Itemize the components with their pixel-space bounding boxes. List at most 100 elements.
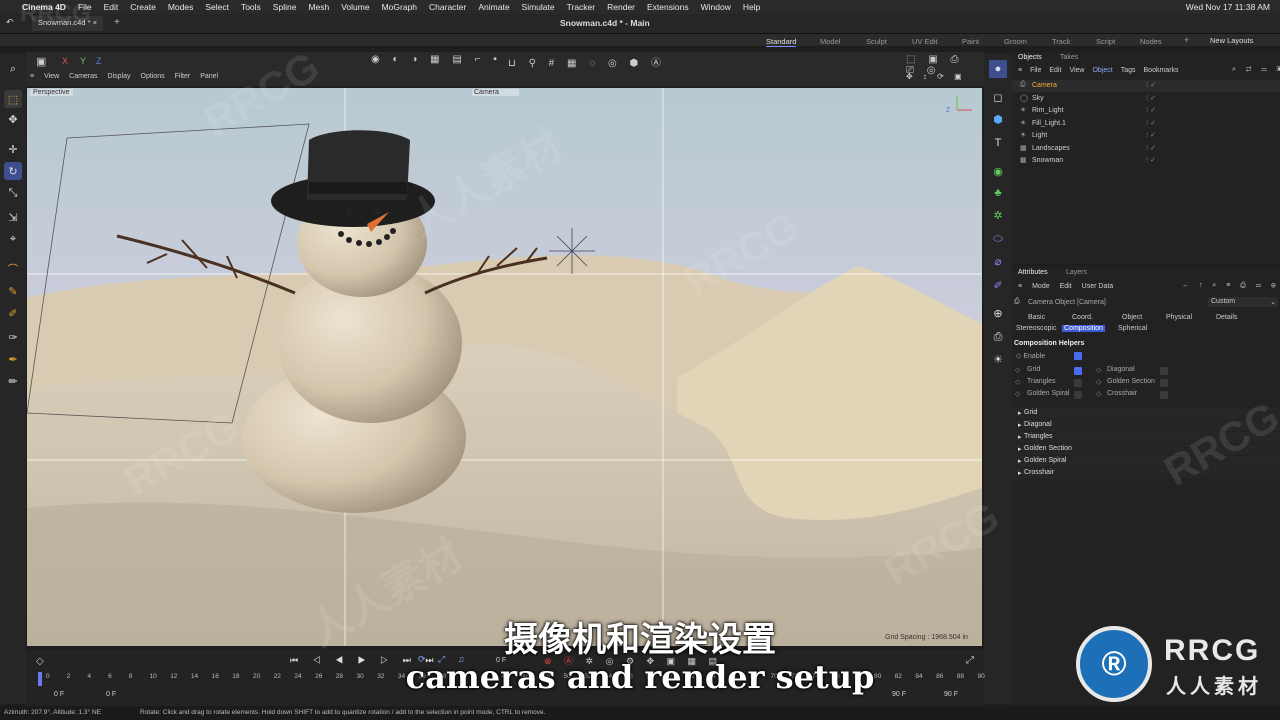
tweak-icon[interactable]: ✥ [4, 110, 22, 128]
select-tool-icon[interactable]: ⬚ [4, 90, 22, 108]
menu-extensions[interactable]: Extensions [641, 2, 695, 12]
brush-icon[interactable]: ✐ [4, 304, 22, 322]
hamburger-icon[interactable]: ≡ [1018, 67, 1022, 74]
diamond-icon[interactable]: ◇ [1096, 390, 1101, 398]
tab-takes[interactable]: Takes [1060, 54, 1078, 61]
transform-icon[interactable]: ⇲ [4, 208, 22, 226]
axis-icon[interactable]: ⌖ [4, 230, 22, 248]
option-golden-section-checkbox[interactable] [1160, 379, 1168, 387]
menu-tracker[interactable]: Tracker [561, 2, 602, 12]
rotate-icon[interactable]: ↻ [4, 162, 22, 180]
viewport-name[interactable]: Perspective [30, 89, 73, 96]
diamond-icon[interactable]: ◇ [1096, 366, 1101, 374]
camera-label[interactable]: Camera [472, 89, 519, 96]
viewport-nav-icons[interactable]: ✥ ↕ ⟳ ▣ [906, 72, 966, 81]
tab-attributes[interactable]: Attributes [1018, 269, 1048, 276]
visibility-icon[interactable]: ⁝ ✓ [1146, 81, 1156, 89]
menu-volume[interactable]: Volume [335, 2, 375, 12]
generator-icon[interactable]: ◉ [989, 162, 1007, 180]
objects-menu-bookmarks[interactable]: Bookmarks [1144, 67, 1179, 74]
option-crosshair-checkbox[interactable] [1160, 391, 1168, 399]
menu-mode[interactable]: Mode [1032, 283, 1050, 290]
object-row[interactable]: ◯ Sky ⁝ ✓ [1012, 93, 1280, 105]
objects-menu-view[interactable]: View [1069, 67, 1084, 74]
scene-icon[interactable]: ⌀ [989, 252, 1007, 270]
group-header[interactable]: ▸ Crosshair [1012, 468, 1280, 479]
object-name[interactable]: Snowman [1032, 157, 1063, 164]
viewport-menu-view[interactable]: View [44, 73, 59, 80]
primitive-icon[interactable]: ⬢ [989, 110, 1007, 128]
text-icon[interactable]: T [989, 134, 1007, 152]
visibility-icon[interactable]: ⁝ ✓ [1146, 144, 1156, 152]
object-name[interactable]: Landscapes [1032, 145, 1070, 152]
objects-menu-object[interactable]: Object [1092, 67, 1112, 74]
mode-icons[interactable]: ◉ ◐ ◑ ▦ ▤ ⌐ ▪ [371, 54, 502, 65]
viewport-menu-filter[interactable]: Filter [175, 73, 191, 80]
object-name[interactable]: Sky [1032, 95, 1044, 102]
attr-tab-details[interactable]: Details [1216, 314, 1237, 321]
menu-render[interactable]: Render [601, 2, 641, 12]
spline-icon[interactable]: ✒ [4, 350, 22, 368]
menu-animate[interactable]: Animate [472, 2, 515, 12]
diamond-icon[interactable]: ◇ [1015, 378, 1020, 386]
layout-tab-uv-edit[interactable]: UV Edit [912, 37, 937, 46]
attr-tab-physical[interactable]: Physical [1166, 314, 1192, 321]
menu-character[interactable]: Character [423, 2, 472, 12]
hamburger-icon[interactable]: ≡ [1018, 283, 1022, 290]
attr-tab-coord[interactable]: Coord. [1072, 314, 1093, 321]
object-row[interactable]: ☀ Rim_Light ⁝ ✓ [1012, 105, 1280, 117]
viewport-menu-cameras[interactable]: Cameras [69, 73, 97, 80]
enable-checkbox[interactable] [1074, 352, 1082, 360]
diamond-icon[interactable]: ◇ [1015, 366, 1020, 374]
viewport-menu-display[interactable]: Display [108, 73, 131, 80]
menu-modes[interactable]: Modes [162, 2, 200, 12]
menu-help[interactable]: Help [737, 2, 766, 12]
object-name[interactable]: Rim_Light [1032, 107, 1064, 114]
menu-mograph[interactable]: MoGraph [376, 2, 423, 12]
cube-icon[interactable]: ▣ [36, 55, 46, 68]
object-row[interactable]: ☀ Fill_Light.1 ⁝ ✓ [1012, 118, 1280, 130]
object-name[interactable]: Fill_Light.1 [1032, 120, 1066, 127]
option-triangles-checkbox[interactable] [1074, 379, 1082, 387]
field-icon[interactable]: ⬭ [989, 230, 1007, 248]
snap-icons[interactable]: ⊔ ⚲ # ▦ ◌ ◎ ⬢ Ⓐ [508, 54, 666, 69]
light-create-icon[interactable]: ☀ [989, 350, 1007, 368]
menu-simulate[interactable]: Simulate [516, 2, 561, 12]
expand-arrow-icon[interactable]: ▸ [1018, 469, 1022, 477]
object-name[interactable]: Camera [1032, 82, 1057, 89]
expand-arrow-icon[interactable]: ▸ [1018, 433, 1022, 441]
object-row[interactable]: ▦ Landscapes ⁝ ✓ [1012, 143, 1280, 155]
new-layouts-dropdown[interactable]: New Layouts [1210, 36, 1253, 45]
attr-tab-basic[interactable]: Basic [1028, 314, 1045, 321]
menu-edit[interactable]: Edit [1060, 283, 1072, 290]
objects-search-icon[interactable]: ⌕ ⇄ ▭ ▣ [1232, 66, 1280, 74]
menu-edit[interactable]: Edit [98, 2, 125, 12]
layout-tab-paint[interactable]: Paint [962, 37, 979, 46]
add-layout-icon[interactable]: + [1184, 35, 1189, 45]
axis-x[interactable]: X [62, 56, 68, 66]
tab-objects[interactable]: Objects [1018, 54, 1042, 61]
menu-user-data[interactable]: User Data [1082, 283, 1114, 290]
diamond-icon[interactable]: ◇ [1096, 378, 1101, 386]
diamond-icon[interactable]: ◇ [1015, 390, 1020, 398]
nav-icons[interactable]: ← ↑ ⌕ ≡ ⎙ ▭ ⊕ [1182, 282, 1280, 290]
menu-create[interactable]: Create [124, 2, 162, 12]
attr-tab-stereoscopic[interactable]: Stereoscopic [1014, 325, 1058, 332]
expand-arrow-icon[interactable]: ▸ [1018, 457, 1022, 465]
pen-icon[interactable]: ✑ [4, 328, 22, 346]
deformer-icon[interactable]: ✲ [989, 206, 1007, 224]
attr-tab-spherical[interactable]: Spherical [1116, 325, 1149, 332]
close-tab-icon[interactable]: × [93, 18, 97, 27]
objects-menu-edit[interactable]: Edit [1049, 67, 1061, 74]
objects-menu-file[interactable]: File [1030, 67, 1041, 74]
layout-tab-sculpt[interactable]: Sculpt [866, 37, 887, 46]
object-row[interactable]: ☀ Light ⁝ ✓ [1012, 130, 1280, 142]
search-icon[interactable]: ⌕ [4, 60, 22, 78]
knife-icon[interactable]: ⌒ [4, 260, 22, 278]
camera-create-icon[interactable]: ⎙ [989, 328, 1007, 346]
move-icon[interactable]: ✛ [4, 140, 22, 158]
option-grid-checkbox[interactable] [1074, 367, 1082, 375]
tab-layers[interactable]: Layers [1066, 269, 1087, 276]
add-tab-icon[interactable]: + [114, 17, 120, 28]
viewport-menu-options[interactable]: Options [141, 73, 165, 80]
